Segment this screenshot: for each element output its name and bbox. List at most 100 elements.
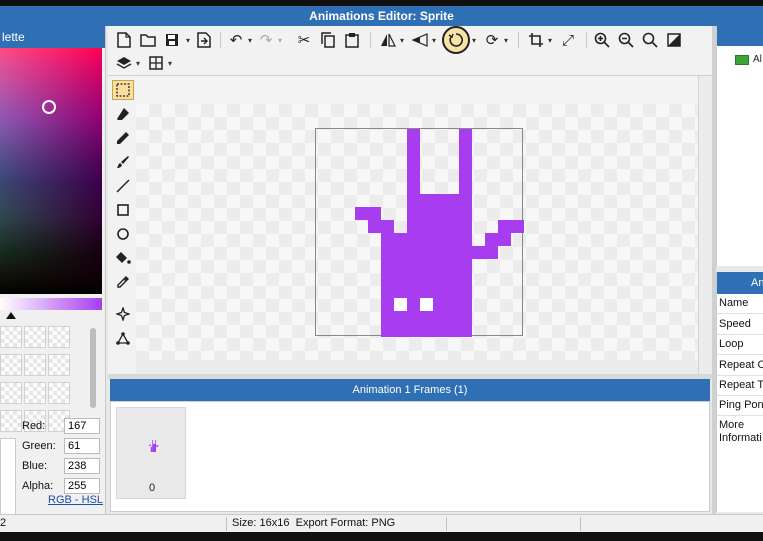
sprite-pixel bbox=[407, 194, 472, 337]
prop-more-label: More bbox=[719, 419, 745, 431]
eyedropper-icon[interactable] bbox=[112, 272, 134, 292]
rgb-mode-link[interactable]: RGB bbox=[48, 494, 72, 506]
flip-vertical-icon[interactable] bbox=[410, 30, 430, 50]
prop-name-label: Name bbox=[719, 297, 749, 309]
canvas-horizontal-scrollbar[interactable] bbox=[136, 360, 698, 374]
sprite-pixel bbox=[381, 233, 407, 246]
redo-dropdown-icon[interactable]: ▾ bbox=[276, 30, 284, 50]
eraser-icon[interactable] bbox=[112, 104, 134, 124]
palette-swatch[interactable] bbox=[24, 326, 46, 348]
layers-dropdown-icon[interactable]: ▾ bbox=[134, 53, 142, 73]
sprite-pixel bbox=[498, 220, 524, 233]
red-label: Red: bbox=[22, 420, 46, 432]
sprite-pixel-window bbox=[394, 298, 407, 311]
palette-swatch[interactable] bbox=[0, 410, 22, 432]
status-size: Size: 16x16 Export Format: PNG bbox=[232, 517, 395, 529]
cut-icon[interactable]: ✂ bbox=[294, 30, 314, 50]
sprite-pixel-window bbox=[420, 298, 433, 311]
palette-swatch[interactable] bbox=[24, 382, 46, 404]
copy-icon[interactable] bbox=[318, 30, 338, 50]
resize-icon[interactable]: ⤢ bbox=[558, 30, 578, 50]
flip-horizontal-icon[interactable] bbox=[378, 30, 398, 50]
frames-panel: 0 bbox=[110, 401, 710, 512]
palette-swatch[interactable] bbox=[48, 326, 70, 348]
paste-icon[interactable] bbox=[342, 30, 362, 50]
palette-scrollbar[interactable] bbox=[90, 328, 96, 408]
zoom-out-icon[interactable] bbox=[616, 30, 636, 50]
flip-v-dropdown-icon[interactable]: ▾ bbox=[430, 30, 438, 50]
crop-icon[interactable] bbox=[526, 30, 546, 50]
palette-swatch[interactable] bbox=[48, 354, 70, 376]
frames-panel-header: Animation 1 Frames (1) bbox=[110, 379, 710, 401]
layer-item[interactable]: Al bbox=[735, 54, 762, 65]
sprite-pixel bbox=[459, 129, 472, 194]
sprite-canvas[interactable] bbox=[315, 128, 524, 337]
brush-icon[interactable] bbox=[112, 152, 134, 172]
prop-ping-pong-label: Ping Pon bbox=[719, 399, 763, 411]
prop-loop-label: Loop bbox=[719, 338, 744, 350]
save-icon[interactable] bbox=[162, 30, 182, 50]
palette-header: lette bbox=[0, 26, 105, 48]
blue-label: Blue: bbox=[22, 460, 48, 472]
new-file-icon[interactable] bbox=[114, 30, 134, 50]
palette-swatch[interactable] bbox=[24, 354, 46, 376]
crop-dropdown-icon[interactable]: ▾ bbox=[546, 30, 554, 50]
rect-select-icon[interactable] bbox=[112, 80, 134, 100]
zoom-in-icon[interactable] bbox=[592, 30, 612, 50]
grid-icon[interactable] bbox=[146, 53, 166, 73]
status-size-text: Size: 16x16 bbox=[232, 517, 290, 529]
alpha-slider[interactable] bbox=[0, 298, 102, 310]
undo-icon[interactable]: ↶ bbox=[226, 30, 246, 50]
rotate-dropdown-icon[interactable]: ▾ bbox=[470, 30, 478, 50]
color-picker-cursor[interactable] bbox=[42, 100, 56, 114]
green-label: Green: bbox=[22, 440, 56, 452]
line-icon[interactable] bbox=[112, 176, 134, 196]
zoom-fit-icon[interactable] bbox=[640, 30, 660, 50]
open-folder-icon[interactable] bbox=[138, 30, 158, 50]
mode-separator: - bbox=[74, 494, 79, 506]
frame-thumbnail[interactable]: 0 bbox=[116, 407, 186, 499]
transform-icon[interactable] bbox=[112, 328, 134, 348]
alpha-slider-handle[interactable] bbox=[6, 312, 16, 319]
rotate-cw-icon[interactable]: ⟳ bbox=[482, 30, 502, 50]
sprite-pixel bbox=[485, 233, 511, 246]
alpha-input[interactable]: 255 bbox=[64, 478, 100, 494]
toggle-bg-icon[interactable] bbox=[664, 30, 684, 50]
color-picker-field[interactable] bbox=[0, 48, 102, 294]
pencil-icon[interactable] bbox=[112, 128, 134, 148]
palette-panel: lette Red: 167 Green: 61 Blue: 238 Alpha… bbox=[0, 26, 106, 534]
green-input[interactable]: 61 bbox=[64, 438, 100, 454]
sprite-pixel bbox=[381, 246, 407, 337]
prop-information-label: Informati bbox=[719, 432, 762, 444]
rotate-icon[interactable] bbox=[442, 26, 470, 54]
layers-icon[interactable] bbox=[114, 53, 134, 73]
main-toolbar: ▾ ↶ ▾ ↷ ▾ ✂ ▾ ▾ ▾ ⟳ ▾ ▾ ⤢ ▾ ▾ bbox=[108, 26, 712, 76]
flip-h-dropdown-icon[interactable]: ▾ bbox=[398, 30, 406, 50]
rectangle-icon[interactable] bbox=[112, 200, 134, 220]
color-field-gradient bbox=[0, 48, 102, 294]
export-icon[interactable] bbox=[194, 30, 214, 50]
palette-swatch[interactable] bbox=[0, 354, 22, 376]
canvas-top-margin bbox=[136, 76, 698, 104]
color-mode-links: RGB - HSL bbox=[48, 494, 103, 506]
ellipse-icon[interactable] bbox=[112, 224, 134, 244]
redo-icon[interactable]: ↷ bbox=[256, 30, 276, 50]
properties-panel-header: Ani bbox=[717, 272, 763, 294]
grid-dropdown-icon[interactable]: ▾ bbox=[166, 53, 174, 73]
status-bar: 2 Size: 16x16 Export Format: PNG bbox=[0, 514, 763, 532]
palette-swatch[interactable] bbox=[0, 326, 22, 348]
red-input[interactable]: 167 bbox=[64, 418, 100, 434]
palette-swatch[interactable] bbox=[0, 382, 22, 404]
blue-input[interactable]: 238 bbox=[64, 458, 100, 474]
bottom-edge bbox=[0, 532, 763, 541]
magic-wand-icon[interactable] bbox=[112, 304, 134, 324]
hsl-mode-link[interactable]: HSL bbox=[82, 494, 103, 506]
alpha-label: Alpha: bbox=[22, 480, 54, 492]
fill-icon[interactable] bbox=[112, 248, 134, 268]
canvas-vertical-scrollbar[interactable] bbox=[698, 76, 712, 374]
layers-panel: Al bbox=[716, 26, 763, 266]
undo-dropdown-icon[interactable]: ▾ bbox=[246, 30, 254, 50]
palette-swatch[interactable] bbox=[48, 382, 70, 404]
save-dropdown-icon[interactable]: ▾ bbox=[184, 30, 192, 50]
rotate-cw-dropdown-icon[interactable]: ▾ bbox=[502, 30, 510, 50]
